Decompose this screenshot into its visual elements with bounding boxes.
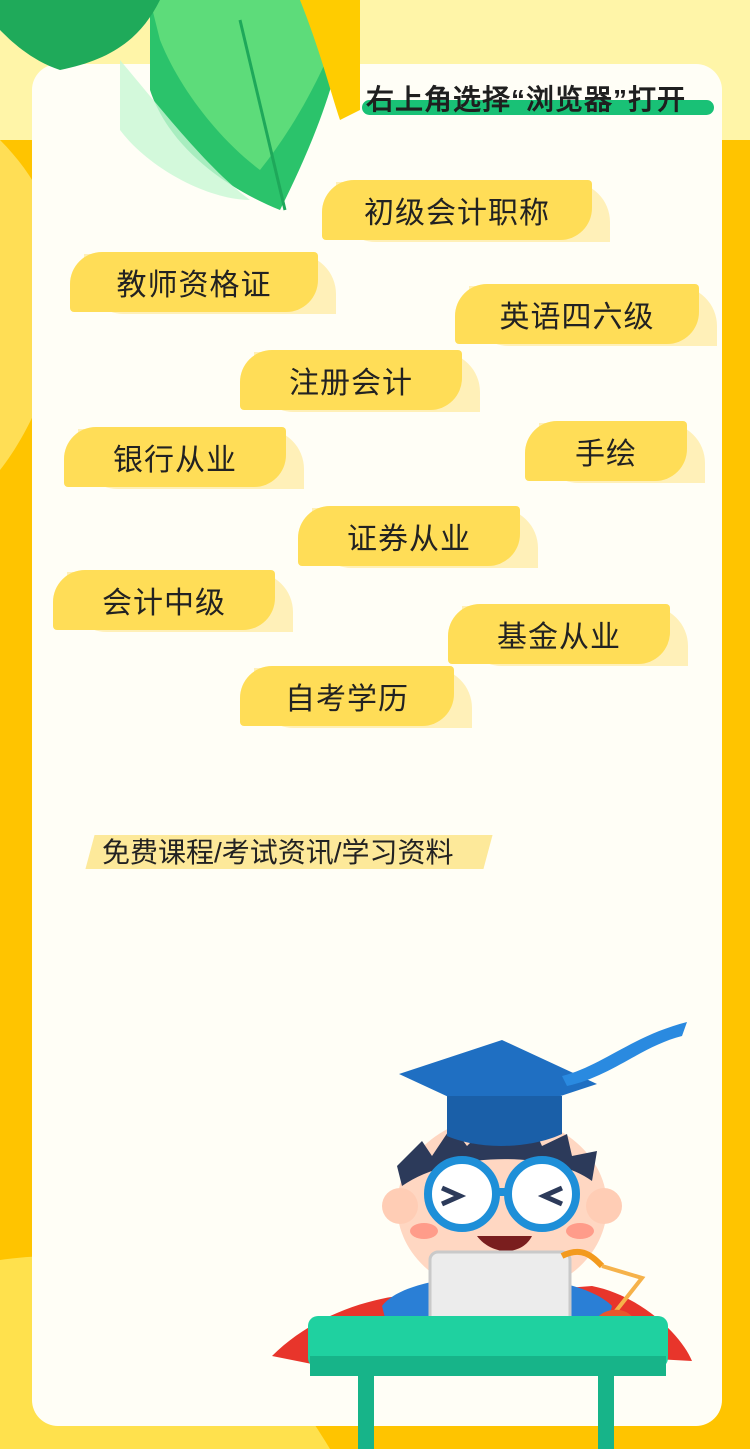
tag-banking[interactable]: 银行从业 — [64, 427, 304, 489]
tag-english-cet[interactable]: 英语四六级 — [455, 284, 717, 346]
tag-label: 注册会计 — [240, 350, 462, 410]
tag-label: 证券从业 — [298, 506, 520, 566]
tag-cpa[interactable]: 注册会计 — [240, 350, 480, 412]
tag-label: 手绘 — [525, 421, 687, 481]
tag-label: 教师资格证 — [70, 252, 318, 312]
open-in-browser-hint: 右上角选择“浏览器”打开 — [366, 84, 687, 115]
tag-securities[interactable]: 证券从业 — [298, 506, 538, 568]
ribbon-text: 免费课程/考试资讯/学习资料 — [102, 837, 454, 868]
tag-label: 基金从业 — [448, 604, 670, 664]
tag-label: 自考学历 — [240, 666, 454, 726]
tag-junior-accounting[interactable]: 初级会计职称 — [322, 180, 610, 242]
tag-label: 会计中级 — [53, 570, 275, 630]
leaf-decoration — [0, 0, 360, 211]
tag-drawing[interactable]: 手绘 — [525, 421, 705, 483]
tag-fund[interactable]: 基金从业 — [448, 604, 688, 666]
tag-self-study-degree[interactable]: 自考学历 — [240, 666, 472, 728]
tag-intermediate-accounting[interactable]: 会计中级 — [53, 570, 293, 632]
resources-ribbon: 免费课程/考试资讯/学习资料 — [85, 829, 493, 875]
tag-teacher-certificate[interactable]: 教师资格证 — [70, 252, 336, 314]
student-mascot-illustration — [272, 1022, 692, 1449]
tag-label: 英语四六级 — [455, 284, 699, 344]
tag-label: 银行从业 — [64, 427, 286, 487]
tag-label: 初级会计职称 — [322, 180, 592, 240]
